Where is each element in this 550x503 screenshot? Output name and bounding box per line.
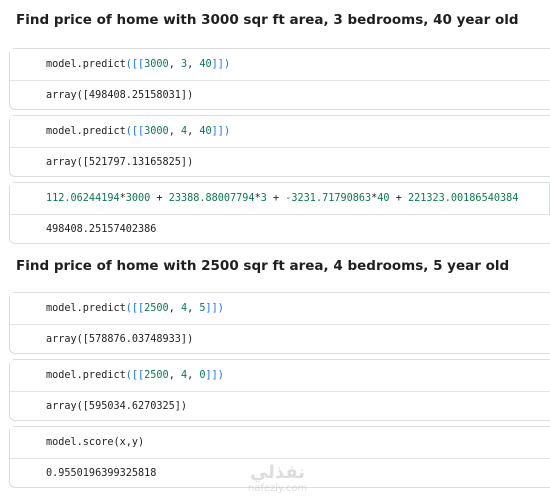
code-token: ([[ bbox=[125, 126, 145, 137]
section-heading: Find price of home with 2500 sqr ft area… bbox=[16, 258, 510, 274]
code-input[interactable]: model.predict([[2500, 4, 0]]) bbox=[10, 360, 550, 392]
code-token: -3231.71790863 bbox=[285, 193, 372, 204]
code-token: + bbox=[150, 193, 169, 204]
code-input[interactable]: 112.06244194 * 3000 + 23388.88007794 * 3 + -… bbox=[10, 183, 550, 215]
code-cell[interactable]: 112.06244194 * 3000 + 23388.88007794 * 3 + -… bbox=[9, 182, 550, 244]
code-token: 3000 bbox=[144, 126, 169, 137]
code-token: ([[ bbox=[125, 303, 145, 314]
code-token: , bbox=[187, 370, 200, 381]
code-token: ]]) bbox=[211, 126, 231, 137]
code-token: model.score bbox=[46, 437, 114, 448]
code-cell[interactable]: model.predict([[2500, 4, 5]]) array([578… bbox=[9, 292, 550, 354]
code-token: , bbox=[168, 303, 181, 314]
cell-output: array([521797.13165825]) bbox=[46, 156, 194, 168]
code-token: ([[ bbox=[125, 370, 145, 381]
code-token: model.predict bbox=[46, 126, 126, 137]
code-token: 23388.88007794 bbox=[168, 193, 255, 204]
code-token: 3000 bbox=[144, 59, 169, 70]
code-token: ]]) bbox=[211, 59, 231, 70]
code-token: ]]) bbox=[205, 303, 224, 314]
code-token: 40 bbox=[377, 193, 390, 204]
code-cell[interactable]: model.predict([[2500, 4, 0]]) array([595… bbox=[9, 359, 550, 421]
watermark-subtext: nafezly.com bbox=[247, 483, 308, 494]
code-token: , bbox=[168, 370, 181, 381]
code-token: model.predict bbox=[46, 303, 126, 314]
code-token: + bbox=[389, 193, 408, 204]
code-token: 221323.00186540384 bbox=[407, 193, 519, 204]
code-token: , bbox=[187, 126, 200, 137]
code-token: , bbox=[168, 126, 181, 137]
code-token: , bbox=[187, 303, 200, 314]
code-input[interactable]: model.predict([[3000, 3, 40]]) bbox=[10, 49, 550, 81]
code-input[interactable]: model.score (x,y) bbox=[10, 427, 550, 459]
code-token: , bbox=[187, 59, 200, 70]
code-token: model.predict bbox=[46, 370, 126, 381]
code-token: , bbox=[168, 59, 181, 70]
code-token: 3000 bbox=[125, 193, 151, 204]
watermark-text: نفذلي bbox=[249, 462, 306, 483]
cell-output: array([578876.03748933]) bbox=[46, 333, 194, 345]
watermark-logo: نفذلي nafezly.com bbox=[240, 463, 315, 501]
section-heading: Find price of home with 3000 sqr ft area… bbox=[16, 12, 519, 28]
code-token: ([[ bbox=[125, 59, 145, 70]
cell-output: array([595034.6270325]) bbox=[46, 400, 188, 412]
code-cell[interactable]: model.predict([[3000, 3, 40]]) array([49… bbox=[9, 48, 550, 110]
code-token: ]]) bbox=[205, 370, 224, 381]
cell-output: array([498408.25158031]) bbox=[46, 89, 194, 101]
code-token: (x,y) bbox=[113, 437, 145, 448]
code-token: 40 bbox=[199, 59, 212, 70]
cell-output: 498408.25157402386 bbox=[46, 223, 157, 235]
code-cell[interactable]: model.predict([[3000, 4, 40]]) array([52… bbox=[9, 115, 550, 177]
code-token: 2500 bbox=[144, 370, 169, 381]
code-input[interactable]: model.predict([[2500, 4, 5]]) bbox=[10, 293, 550, 325]
code-token: 40 bbox=[199, 126, 212, 137]
code-token: + bbox=[266, 193, 286, 204]
code-token: 112.06244194 bbox=[46, 193, 120, 204]
code-token: model.predict bbox=[46, 59, 126, 70]
code-input[interactable]: model.predict([[3000, 4, 40]]) bbox=[10, 116, 550, 148]
code-token: 2500 bbox=[144, 303, 169, 314]
